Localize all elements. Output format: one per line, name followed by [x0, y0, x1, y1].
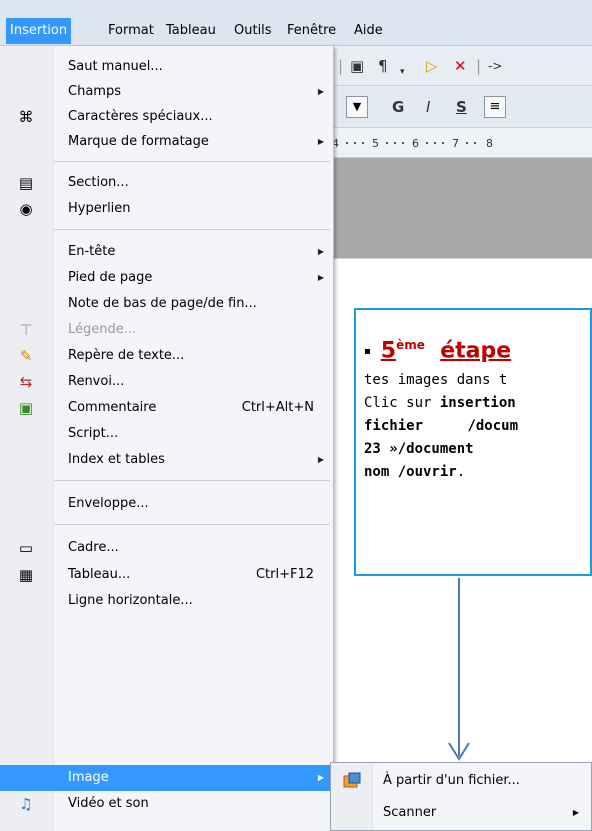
note-line-1: tes images dans t — [364, 371, 508, 388]
submenu-arrow-icon: ▶ — [317, 273, 324, 282]
cross-reference-icon: ⇆ — [19, 373, 33, 391]
instruction-note: ▪ 5ème étape tes images dans t Clic sur i… — [354, 308, 592, 576]
submenu-arrow-icon: ▶ — [317, 455, 324, 464]
submenu-arrow-icon: ▶ — [317, 773, 324, 782]
insertion-menu: Saut manuel... Champs ▶ ⌘ Caractères spéci… — [0, 46, 334, 831]
font-dropdown-chevron-icon[interactable]: ▼ — [346, 96, 368, 118]
menu-item-image[interactable]: Image ▶ — [0, 765, 334, 791]
menu-item-note-bas-page[interactable]: Note de bas de page/de fin... — [0, 291, 334, 317]
menu-item-hyperlien[interactable]: ◉ Hyperlien — [0, 196, 334, 222]
section-icon: ▤ — [18, 174, 34, 192]
submenu-arrow-icon: ▶ — [317, 87, 324, 96]
image-submenu: À partir d'un fichier... Scanner ▶ — [330, 762, 592, 831]
toolbar-separator: | — [338, 57, 344, 75]
frame-icon: ▭ — [18, 539, 34, 557]
menu-item-script[interactable]: Script... — [0, 421, 334, 447]
pointer-arrow — [458, 578, 460, 756]
menu-item-pied-de-page[interactable]: Pied de page ▶ — [0, 265, 334, 291]
shortcut-label: Ctrl+Alt+N — [241, 400, 314, 415]
overflow-chevron-icon[interactable]: ▾ — [400, 62, 405, 82]
menu-item-index-tables[interactable]: Index et tables ▶ — [0, 447, 334, 473]
bold-button[interactable]: G — [392, 97, 404, 117]
comment-icon: ▣ — [18, 399, 34, 417]
ruler-tick: 7 — [452, 137, 459, 150]
menu-item-en-tete[interactable]: En-tête ▶ — [0, 239, 334, 265]
menu-aide[interactable]: Aide — [350, 18, 387, 44]
menu-item-tableau[interactable]: ▦ Tableau... Ctrl+F12 — [0, 562, 334, 588]
image-from-file-icon — [343, 772, 361, 788]
special-chars-icon: ⌘ — [18, 108, 34, 126]
step-title: ▪ 5ème étape — [364, 334, 590, 363]
menu-item-renvoi[interactable]: ⇆ Renvoi... — [0, 369, 334, 395]
menu-item-caracteres-speciaux[interactable]: ⌘ Caractères spéciaux... — [0, 104, 334, 130]
page-background — [334, 158, 592, 258]
menu-item-section[interactable]: ▤ Section... — [0, 170, 334, 196]
menu-item-repere-texte[interactable]: ✎ Repère de texte... — [0, 343, 334, 369]
menu-separator — [54, 229, 330, 230]
arrow-head-icon — [448, 742, 470, 761]
ruler-tick: 5 — [372, 137, 379, 150]
menu-separator — [54, 524, 330, 525]
arrow-button[interactable]: -> — [488, 56, 502, 76]
menu-item-legende: ⊤ Légende... — [0, 317, 334, 343]
italic-button[interactable]: I — [426, 97, 430, 117]
bullet-icon: ▪ — [364, 345, 371, 357]
menu-outils[interactable]: Outils — [230, 18, 276, 44]
menu-item-commentaire[interactable]: ▣ Commentaire Ctrl+Alt+N — [0, 395, 334, 421]
toolbar-separator-2: | — [476, 57, 482, 75]
underline-button[interactable]: S — [456, 97, 467, 117]
caption-icon: ⊤ — [19, 321, 33, 339]
menu-format[interactable]: Format — [104, 18, 158, 44]
video-sound-icon: ♫ — [19, 795, 33, 813]
menu-separator — [54, 161, 330, 162]
submenu-item-from-file[interactable]: À partir d'un fichier... — [331, 767, 592, 795]
formatting-toolbar: ▼ G I S ≡ — [334, 86, 592, 128]
horizontal-ruler: 4 5 6 7 8 — [332, 128, 592, 158]
note-line-5: nom /ouvrir. — [364, 463, 466, 480]
menu-insertion[interactable]: Insertion — [6, 18, 72, 44]
gallery-icon[interactable]: ▣ — [350, 56, 364, 76]
menu-item-marque-formatage[interactable]: Marque de formatage ▶ — [0, 129, 334, 155]
submenu-arrow-icon: ▶ — [317, 247, 324, 256]
standard-toolbar: | ▣ ¶ ▾ ▷ ✕ | -> — [334, 46, 592, 86]
submenu-item-scanner[interactable]: Scanner ▶ — [331, 799, 592, 827]
menu-item-ligne-horizontale[interactable]: Ligne horizontale... — [0, 588, 334, 614]
hyperlink-icon: ◉ — [19, 200, 33, 218]
step-suffix: ème — [396, 338, 425, 352]
note-line-3: fichier /docum — [364, 417, 519, 434]
menu-fenetre[interactable]: Fenêtre — [283, 18, 340, 44]
menu-item-saut-manuel[interactable]: Saut manuel... — [0, 54, 334, 80]
menu-item-enveloppe[interactable]: Enveloppe... — [0, 491, 334, 517]
align-left-icon[interactable]: ≡ — [484, 96, 506, 118]
page-edge — [334, 258, 592, 259]
note-line-4: 23 »/document — [364, 440, 474, 457]
menu-bar: Insertion Format Tableau Outils Fenêtre … — [0, 0, 592, 46]
menu-item-video-son[interactable]: ♫ Vidéo et son — [0, 791, 334, 817]
menu-separator — [54, 480, 330, 481]
stop-macro-icon[interactable]: ✕ — [454, 56, 467, 76]
menu-item-champs[interactable]: Champs ▶ — [0, 79, 334, 105]
step-number: 5 — [380, 338, 397, 364]
shortcut-label: Ctrl+F12 — [255, 567, 314, 582]
table-icon: ▦ — [18, 566, 34, 584]
bookmark-icon: ✎ — [19, 347, 33, 365]
pilcrow-icon[interactable]: ¶ — [378, 56, 388, 76]
step-spacer — [425, 338, 440, 363]
step-word: étape — [440, 338, 512, 364]
menu-item-cadre[interactable]: ▭ Cadre... — [0, 535, 334, 561]
submenu-arrow-icon: ▶ — [317, 137, 324, 146]
start-macro-icon[interactable]: ▷ — [426, 56, 438, 76]
menu-tableau[interactable]: Tableau — [162, 18, 220, 44]
submenu-arrow-icon: ▶ — [572, 808, 579, 817]
note-line-2: Clic sur insertion — [364, 394, 516, 411]
ruler-tick: 8 — [486, 137, 493, 150]
ruler-tick: 6 — [412, 137, 419, 150]
